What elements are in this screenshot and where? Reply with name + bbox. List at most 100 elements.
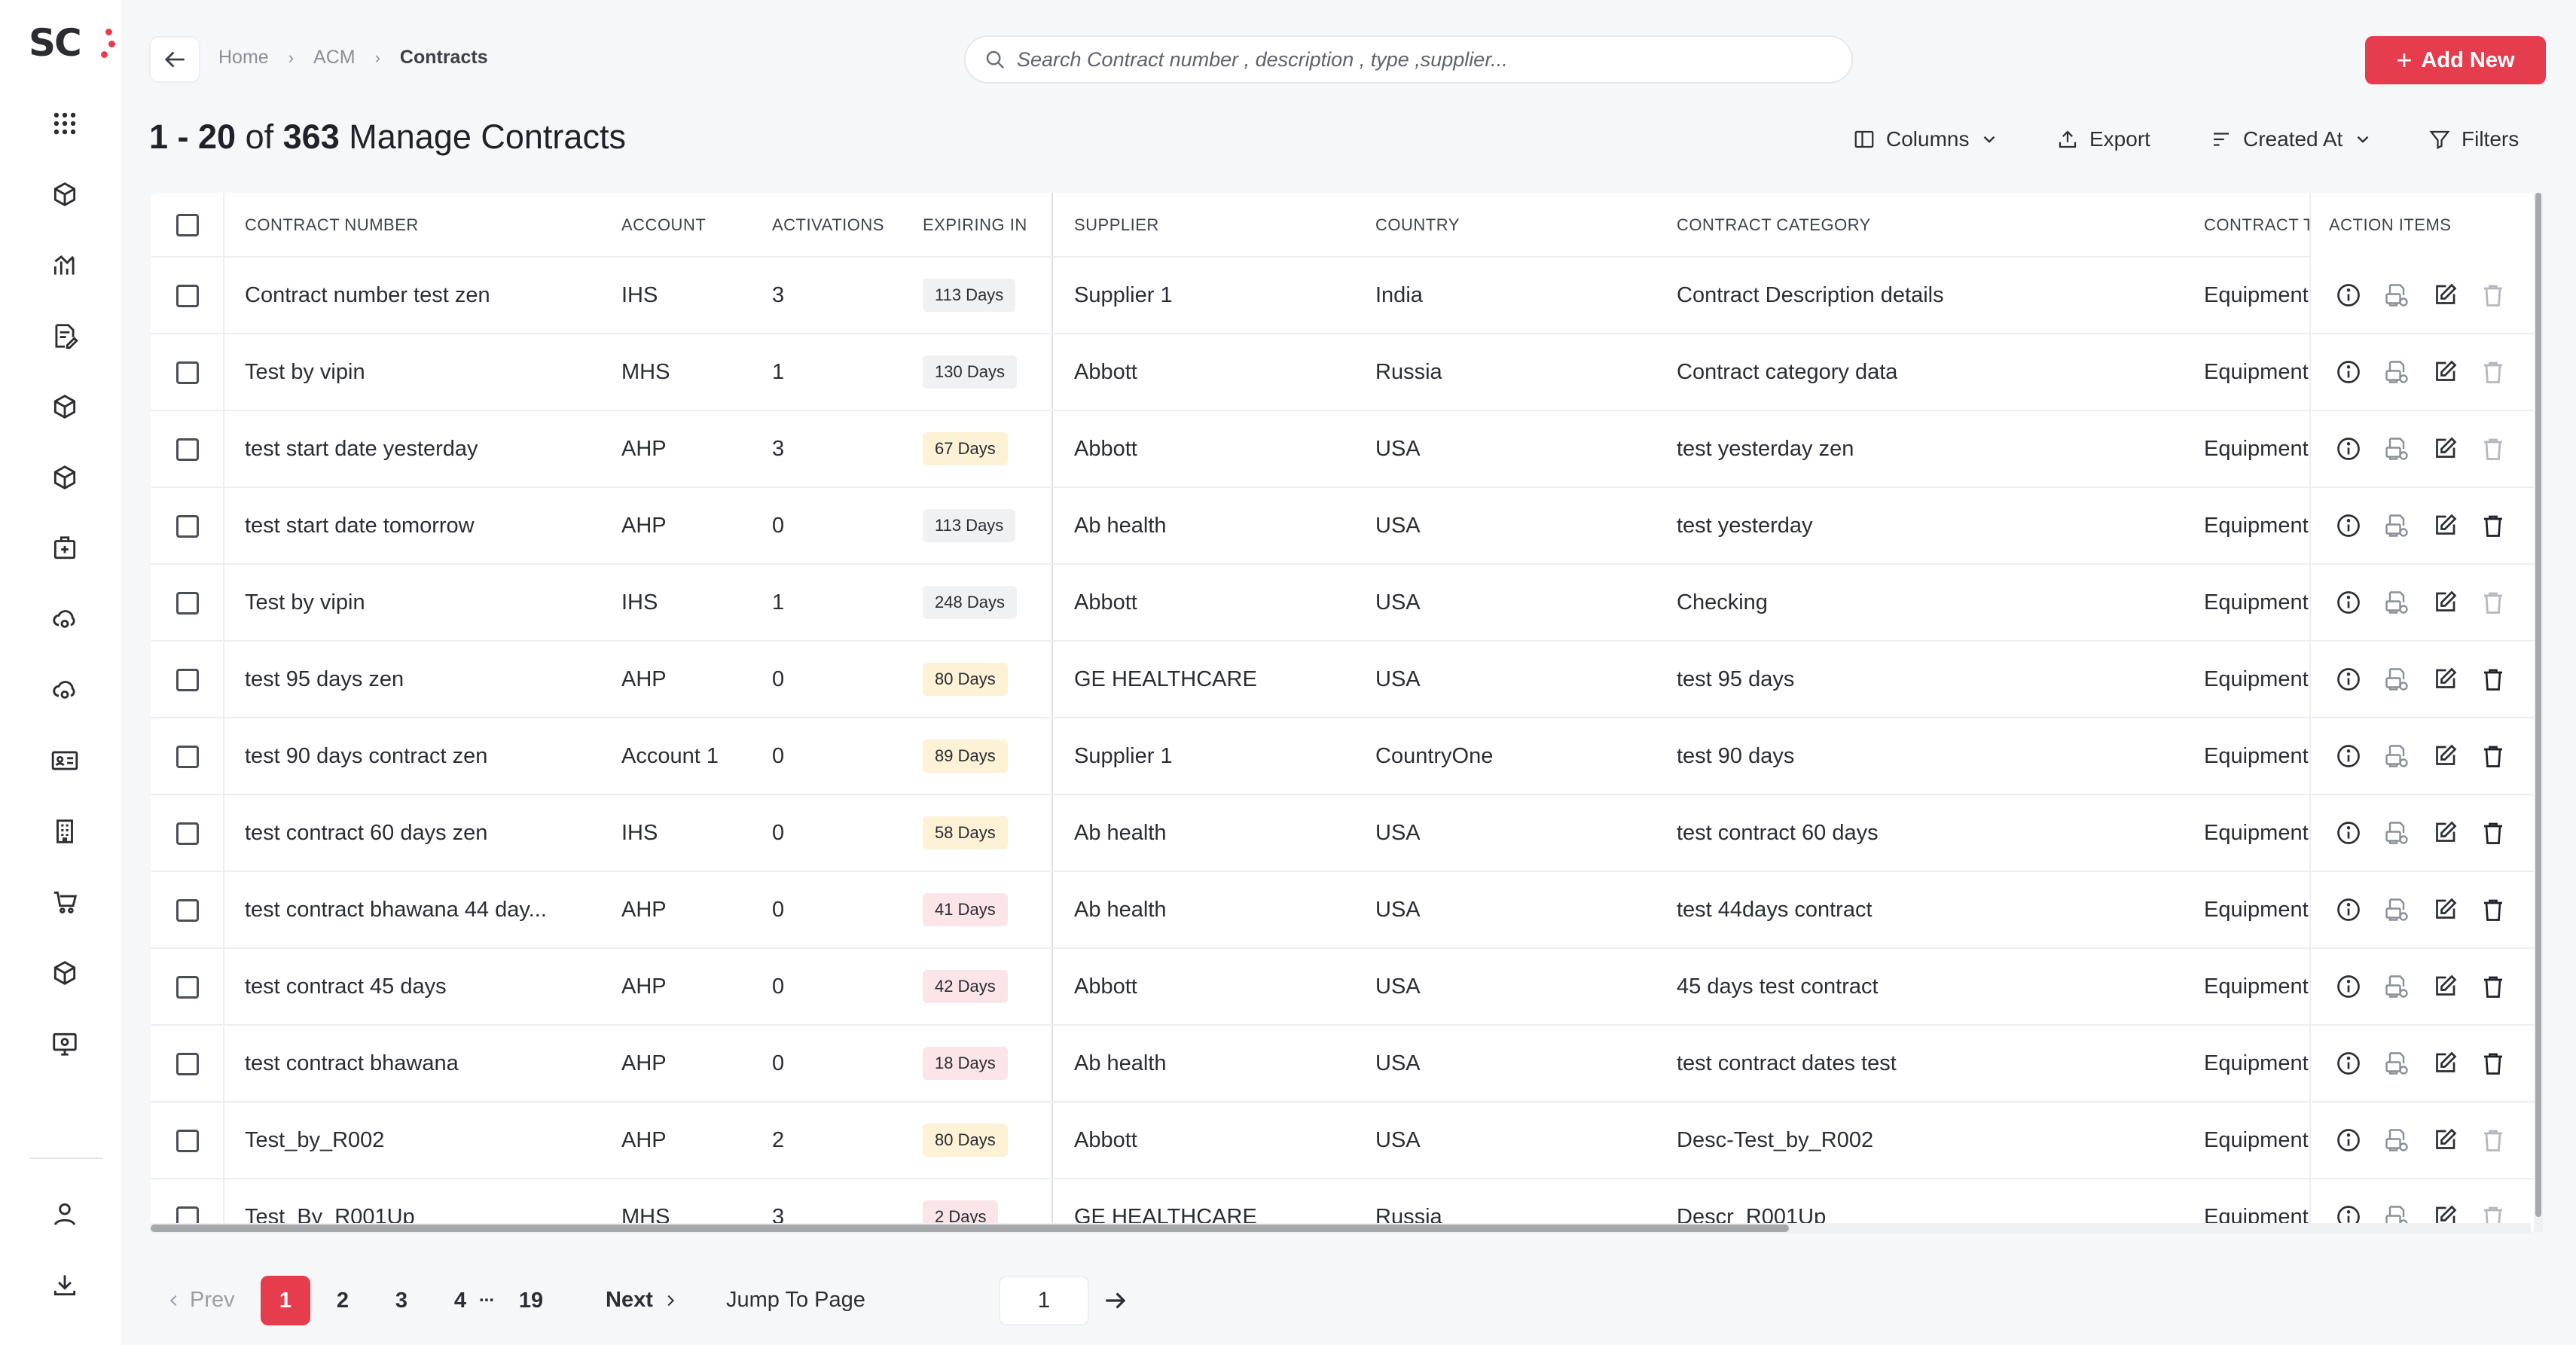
- print-document-icon[interactable]: [2382, 664, 2412, 694]
- header-contract-number[interactable]: CONTRACT NUMBER: [245, 193, 419, 258]
- info-icon[interactable]: [2333, 1125, 2364, 1155]
- row-checkbox[interactable]: [176, 822, 199, 845]
- row-checkbox[interactable]: [176, 976, 199, 999]
- horizontal-scrollbar[interactable]: [151, 1223, 2531, 1234]
- page-3-button[interactable]: 3: [377, 1276, 426, 1325]
- delete-icon[interactable]: [2478, 280, 2508, 310]
- cell-contract-number[interactable]: test 90 days contract zen: [245, 718, 487, 794]
- box-icon[interactable]: [47, 459, 83, 496]
- info-icon[interactable]: [2333, 280, 2364, 310]
- print-document-icon[interactable]: [2382, 741, 2412, 771]
- building-icon[interactable]: [47, 813, 83, 849]
- download-icon[interactable]: [47, 1267, 83, 1303]
- id-card-icon[interactable]: [47, 743, 83, 779]
- table-row[interactable]: test contract 45 days AHP 0 Abbott USA 45 day…: [151, 949, 2535, 1026]
- apps-grid-icon[interactable]: [47, 105, 83, 142]
- row-checkbox[interactable]: [176, 438, 199, 461]
- info-icon[interactable]: [2333, 664, 2364, 694]
- box-icon[interactable]: [47, 176, 83, 212]
- info-icon[interactable]: [2333, 895, 2364, 925]
- row-checkbox[interactable]: [176, 592, 199, 615]
- columns-button[interactable]: Columns: [1853, 120, 1999, 158]
- info-icon[interactable]: [2333, 818, 2364, 848]
- export-button[interactable]: Export: [2056, 120, 2150, 158]
- breadcrumb-home[interactable]: Home: [218, 47, 269, 69]
- delete-icon[interactable]: [2478, 1125, 2508, 1155]
- print-document-icon[interactable]: [2382, 357, 2412, 387]
- app-logo[interactable]: SC: [29, 21, 115, 65]
- table-row[interactable]: test 90 days contract zen Account 1 0 Suppl…: [151, 718, 2535, 795]
- breadcrumb-acm[interactable]: ACM: [313, 47, 356, 69]
- header-activations[interactable]: ACTIVATIONS: [772, 193, 884, 258]
- jump-to-page-input[interactable]: [999, 1276, 1089, 1325]
- table-row[interactable]: test start date tomorrow AHP 0 Ab health USA…: [151, 488, 2535, 565]
- delete-icon[interactable]: [2478, 741, 2508, 771]
- page-last-button[interactable]: 19: [506, 1276, 556, 1325]
- print-document-icon[interactable]: [2382, 895, 2412, 925]
- edit-icon[interactable]: [2430, 1048, 2460, 1078]
- info-icon[interactable]: [2333, 511, 2364, 541]
- table-row[interactable]: test 95 days zen AHP 0 GE HEALTHCARE USA test…: [151, 642, 2535, 718]
- header-contract-category[interactable]: CONTRACT CATEGORY: [1677, 193, 1871, 258]
- cell-contract-number[interactable]: test contract 45 days: [245, 949, 447, 1024]
- cell-contract-number[interactable]: test contract bhawana: [245, 1026, 459, 1101]
- filters-button[interactable]: Filters: [2428, 120, 2519, 158]
- print-document-icon[interactable]: [2382, 1048, 2412, 1078]
- header-contract-type[interactable]: CONTRACT TY: [2204, 193, 2309, 258]
- print-document-icon[interactable]: [2382, 971, 2412, 1002]
- cloud-settings-icon[interactable]: [47, 672, 83, 708]
- print-document-icon[interactable]: [2382, 818, 2412, 848]
- print-document-icon[interactable]: [2382, 434, 2412, 464]
- delete-icon[interactable]: [2478, 818, 2508, 848]
- delete-icon[interactable]: [2478, 1048, 2508, 1078]
- row-checkbox[interactable]: [176, 1053, 199, 1075]
- delete-icon[interactable]: [2478, 971, 2508, 1002]
- prev-page-button[interactable]: Prev: [166, 1288, 235, 1313]
- row-checkbox[interactable]: [176, 746, 199, 768]
- cell-contract-number[interactable]: Test by vipin: [245, 334, 365, 410]
- box-icon[interactable]: [47, 389, 83, 425]
- document-edit-icon[interactable]: [47, 318, 83, 354]
- cell-contract-number[interactable]: Test_by_R002: [245, 1103, 384, 1178]
- print-document-icon[interactable]: [2382, 511, 2412, 541]
- cell-contract-number[interactable]: Test by vipin: [245, 565, 365, 640]
- cell-contract-number[interactable]: test start date yesterday: [245, 411, 478, 486]
- table-row[interactable]: test start date yesterday AHP 3 Abbott USA te…: [151, 411, 2535, 488]
- row-checkbox[interactable]: [176, 899, 199, 922]
- print-document-icon[interactable]: [2382, 587, 2412, 618]
- cell-contract-number[interactable]: test 95 days zen: [245, 642, 404, 717]
- table-row[interactable]: test contract bhawana 44 day... AHP 0 Ab he…: [151, 872, 2535, 949]
- edit-icon[interactable]: [2430, 971, 2460, 1002]
- cell-contract-number[interactable]: test contract 60 days zen: [245, 795, 487, 871]
- info-icon[interactable]: [2333, 1048, 2364, 1078]
- delete-icon[interactable]: [2478, 357, 2508, 387]
- delete-icon[interactable]: [2478, 895, 2508, 925]
- table-row[interactable]: test contract 60 days zen IHS 0 Ab health US…: [151, 795, 2535, 872]
- page-2-button[interactable]: 2: [318, 1276, 368, 1325]
- edit-icon[interactable]: [2430, 664, 2460, 694]
- row-checkbox[interactable]: [176, 361, 199, 384]
- analytics-icon[interactable]: [47, 247, 83, 283]
- search-bar[interactable]: [964, 35, 1853, 84]
- cloud-settings-icon[interactable]: [47, 601, 83, 637]
- delete-icon[interactable]: [2478, 587, 2508, 618]
- go-to-page-button[interactable]: [1101, 1286, 1130, 1319]
- search-input[interactable]: [1017, 47, 1845, 72]
- delete-icon[interactable]: [2478, 664, 2508, 694]
- box-icon[interactable]: [47, 955, 83, 991]
- info-icon[interactable]: [2333, 587, 2364, 618]
- next-page-button[interactable]: Next: [606, 1288, 679, 1313]
- page-1-button[interactable]: 1: [261, 1276, 310, 1325]
- table-row[interactable]: test contract bhawana AHP 0 Ab health USA tes…: [151, 1026, 2535, 1103]
- edit-icon[interactable]: [2430, 357, 2460, 387]
- header-supplier[interactable]: SUPPLIER: [1074, 193, 1159, 258]
- cell-contract-number[interactable]: test contract bhawana 44 day...: [245, 872, 547, 947]
- row-checkbox[interactable]: [176, 1130, 199, 1152]
- row-checkbox[interactable]: [176, 669, 199, 691]
- delete-icon[interactable]: [2478, 434, 2508, 464]
- table-row[interactable]: Test by vipin IHS 1 Abbott USA Checking Equipm…: [151, 565, 2535, 642]
- row-checkbox[interactable]: [176, 515, 199, 538]
- edit-icon[interactable]: [2430, 1125, 2460, 1155]
- table-row[interactable]: Contract number test zen IHS 3 Supplier 1 In…: [151, 258, 2535, 334]
- monitor-settings-icon[interactable]: [47, 1026, 83, 1062]
